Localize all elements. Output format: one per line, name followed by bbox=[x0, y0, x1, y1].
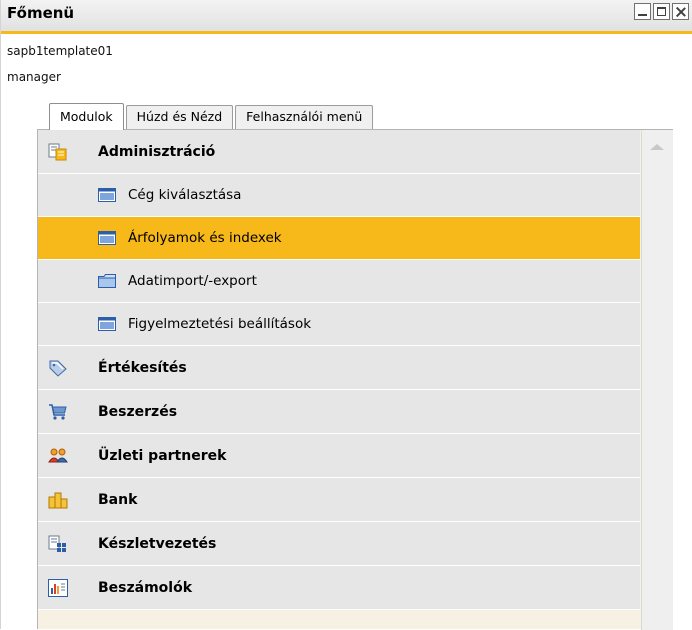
menu-tabs: Modulok Húzd és Nézd Felhasználói menü bbox=[49, 103, 375, 130]
window-icon bbox=[98, 231, 116, 245]
module-administration[interactable]: Adminisztráció bbox=[38, 130, 640, 174]
window-title: Főmenü bbox=[7, 4, 75, 22]
maximize-button[interactable] bbox=[653, 3, 670, 20]
window-icon bbox=[98, 317, 116, 331]
submenu-label: Cég kiválasztása bbox=[128, 187, 242, 203]
submenu-item-alert-settings[interactable]: Figyelmeztetési beállítások bbox=[38, 303, 640, 346]
submenu-item-data-import-export[interactable]: Adatimport/-export bbox=[38, 260, 640, 303]
tab-user-menu[interactable]: Felhasználói menü bbox=[235, 105, 374, 129]
minimize-button[interactable] bbox=[634, 3, 651, 20]
folder-icon bbox=[98, 274, 116, 288]
submenu-label: Árfolyamok és indexek bbox=[128, 230, 282, 246]
tab-drag-and-relate[interactable]: Húzd és Nézd bbox=[125, 105, 234, 129]
administration-icon bbox=[48, 143, 68, 161]
business-partners-icon bbox=[48, 447, 68, 465]
module-sales[interactable]: Értékesítés bbox=[38, 346, 640, 390]
shopping-cart-icon bbox=[48, 403, 68, 421]
window-controls bbox=[634, 3, 689, 20]
title-bar[interactable]: Főmenü bbox=[1, 0, 692, 34]
module-bank[interactable]: Bank bbox=[38, 478, 640, 522]
module-label: Adminisztráció bbox=[98, 143, 216, 160]
coins-icon bbox=[48, 491, 68, 509]
submenu-label: Adatimport/-export bbox=[128, 273, 257, 289]
submenu-item-exchange-rates[interactable]: Árfolyamok és indexek bbox=[38, 217, 640, 260]
module-label: Beszámolók bbox=[98, 579, 193, 596]
scroll-up-arrow-icon[interactable] bbox=[650, 144, 664, 150]
database-name: sapb1template01 bbox=[7, 44, 113, 58]
vertical-scrollbar[interactable] bbox=[641, 130, 673, 630]
module-reports[interactable]: Beszámolók bbox=[38, 566, 640, 610]
main-menu-window: Főmenü sapb1template01 manager Modulok H… bbox=[0, 0, 692, 630]
module-purchasing[interactable]: Beszerzés bbox=[38, 390, 640, 434]
module-label: Beszerzés bbox=[98, 403, 178, 420]
tab-modules[interactable]: Modulok bbox=[49, 103, 124, 130]
module-label: Üzleti partnerek bbox=[98, 447, 227, 464]
sales-tag-icon bbox=[48, 359, 68, 377]
modules-panel: Adminisztráció Cég kiválasztása Árfolyam… bbox=[37, 129, 673, 630]
module-label: Értékesítés bbox=[98, 359, 187, 376]
close-button[interactable] bbox=[672, 3, 689, 20]
modules-list: Adminisztráció Cég kiválasztása Árfolyam… bbox=[38, 130, 640, 610]
window-icon bbox=[98, 188, 116, 202]
submenu-label: Figyelmeztetési beállítások bbox=[128, 316, 312, 332]
module-label: Készletvezetés bbox=[98, 535, 217, 552]
module-inventory[interactable]: Készletvezetés bbox=[38, 522, 640, 566]
module-business-partners[interactable]: Üzleti partnerek bbox=[38, 434, 640, 478]
module-label: Bank bbox=[98, 491, 138, 508]
submenu-item-company-select[interactable]: Cég kiválasztása bbox=[38, 174, 640, 217]
inventory-icon bbox=[48, 535, 68, 553]
reports-chart-icon bbox=[48, 578, 68, 597]
user-name: manager bbox=[7, 70, 61, 84]
